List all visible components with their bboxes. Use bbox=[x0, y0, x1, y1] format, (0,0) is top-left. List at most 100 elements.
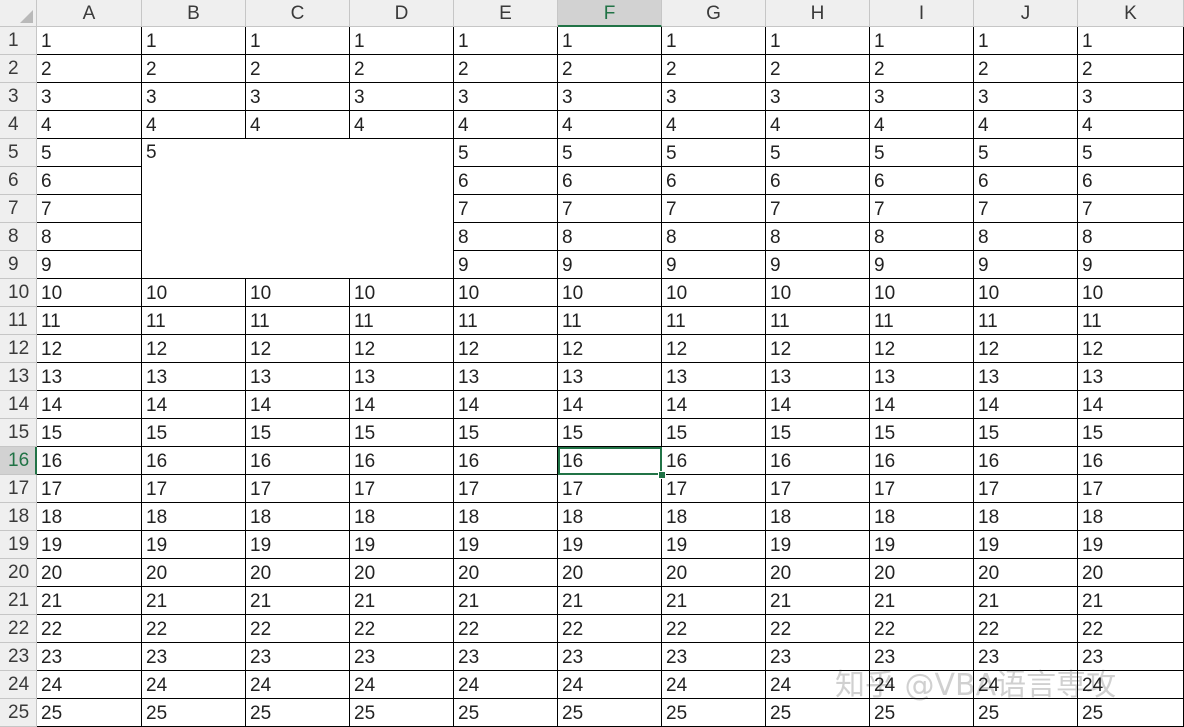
cell-h12[interactable]: 12 bbox=[766, 335, 870, 363]
cell-i8[interactable]: 8 bbox=[870, 223, 974, 251]
cell-f14[interactable]: 14 bbox=[558, 391, 662, 419]
cell-f24[interactable]: 24 bbox=[558, 671, 662, 699]
cell-k4[interactable]: 4 bbox=[1078, 111, 1184, 139]
cell-f2[interactable]: 2 bbox=[558, 55, 662, 83]
cell-b3[interactable]: 3 bbox=[142, 83, 246, 111]
cell-a22[interactable]: 22 bbox=[37, 615, 142, 643]
cell-k18[interactable]: 18 bbox=[1078, 503, 1184, 531]
cell-h14[interactable]: 14 bbox=[766, 391, 870, 419]
cell-k11[interactable]: 11 bbox=[1078, 307, 1184, 335]
row-header-22[interactable]: 22 bbox=[0, 615, 37, 643]
cell-j19[interactable]: 19 bbox=[974, 531, 1078, 559]
cell-d18[interactable]: 18 bbox=[350, 503, 454, 531]
cell-k10[interactable]: 10 bbox=[1078, 279, 1184, 307]
cell-c4[interactable]: 4 bbox=[246, 111, 350, 139]
cell-b11[interactable]: 11 bbox=[142, 307, 246, 335]
cell-e20[interactable]: 20 bbox=[454, 559, 558, 587]
cell-i15[interactable]: 15 bbox=[870, 419, 974, 447]
cell-a11[interactable]: 11 bbox=[37, 307, 142, 335]
cell-a7[interactable]: 7 bbox=[37, 195, 142, 223]
cell-i17[interactable]: 17 bbox=[870, 475, 974, 503]
cell-e8[interactable]: 8 bbox=[454, 223, 558, 251]
cell-a19[interactable]: 19 bbox=[37, 531, 142, 559]
merged-cell-b5[interactable]: 5 bbox=[142, 139, 454, 279]
cell-i16[interactable]: 16 bbox=[870, 447, 974, 475]
cell-g14[interactable]: 14 bbox=[662, 391, 766, 419]
cell-e22[interactable]: 22 bbox=[454, 615, 558, 643]
cell-k3[interactable]: 3 bbox=[1078, 83, 1184, 111]
cell-h5[interactable]: 5 bbox=[766, 139, 870, 167]
cell-e9[interactable]: 9 bbox=[454, 251, 558, 279]
cell-i13[interactable]: 13 bbox=[870, 363, 974, 391]
row-header-16[interactable]: 16 bbox=[0, 447, 37, 475]
cell-d10[interactable]: 10 bbox=[350, 279, 454, 307]
row-header-4[interactable]: 4 bbox=[0, 111, 37, 139]
cell-f23[interactable]: 23 bbox=[558, 643, 662, 671]
cell-k1[interactable]: 1 bbox=[1078, 27, 1184, 55]
cell-c24[interactable]: 24 bbox=[246, 671, 350, 699]
cell-g25[interactable]: 25 bbox=[662, 699, 766, 727]
cell-b10[interactable]: 10 bbox=[142, 279, 246, 307]
cell-d4[interactable]: 4 bbox=[350, 111, 454, 139]
cell-a5[interactable]: 5 bbox=[37, 139, 142, 167]
cell-d24[interactable]: 24 bbox=[350, 671, 454, 699]
cell-d25[interactable]: 25 bbox=[350, 699, 454, 727]
column-header-g[interactable]: G bbox=[662, 0, 766, 27]
cell-g21[interactable]: 21 bbox=[662, 587, 766, 615]
cell-b1[interactable]: 1 bbox=[142, 27, 246, 55]
cell-d2[interactable]: 2 bbox=[350, 55, 454, 83]
cell-e23[interactable]: 23 bbox=[454, 643, 558, 671]
cell-f15[interactable]: 15 bbox=[558, 419, 662, 447]
cell-j11[interactable]: 11 bbox=[974, 307, 1078, 335]
cell-f18[interactable]: 18 bbox=[558, 503, 662, 531]
cell-c18[interactable]: 18 bbox=[246, 503, 350, 531]
cell-g10[interactable]: 10 bbox=[662, 279, 766, 307]
cell-c2[interactable]: 2 bbox=[246, 55, 350, 83]
cell-g5[interactable]: 5 bbox=[662, 139, 766, 167]
cell-j14[interactable]: 14 bbox=[974, 391, 1078, 419]
cell-h6[interactable]: 6 bbox=[766, 167, 870, 195]
cell-f6[interactable]: 6 bbox=[558, 167, 662, 195]
column-header-h[interactable]: H bbox=[766, 0, 870, 27]
row-header-12[interactable]: 12 bbox=[0, 335, 37, 363]
cell-a25[interactable]: 25 bbox=[37, 699, 142, 727]
cell-a3[interactable]: 3 bbox=[37, 83, 142, 111]
cell-f5[interactable]: 5 bbox=[558, 139, 662, 167]
cell-c16[interactable]: 16 bbox=[246, 447, 350, 475]
cell-k14[interactable]: 14 bbox=[1078, 391, 1184, 419]
cell-k22[interactable]: 22 bbox=[1078, 615, 1184, 643]
cell-g8[interactable]: 8 bbox=[662, 223, 766, 251]
cell-g9[interactable]: 9 bbox=[662, 251, 766, 279]
cell-i18[interactable]: 18 bbox=[870, 503, 974, 531]
cell-b23[interactable]: 23 bbox=[142, 643, 246, 671]
cell-b17[interactable]: 17 bbox=[142, 475, 246, 503]
row-header-10[interactable]: 10 bbox=[0, 279, 37, 307]
cell-k21[interactable]: 21 bbox=[1078, 587, 1184, 615]
cell-d21[interactable]: 21 bbox=[350, 587, 454, 615]
cell-i14[interactable]: 14 bbox=[870, 391, 974, 419]
cell-k16[interactable]: 16 bbox=[1078, 447, 1184, 475]
cell-h17[interactable]: 17 bbox=[766, 475, 870, 503]
cell-d12[interactable]: 12 bbox=[350, 335, 454, 363]
cell-b4[interactable]: 4 bbox=[142, 111, 246, 139]
cell-e3[interactable]: 3 bbox=[454, 83, 558, 111]
cell-j10[interactable]: 10 bbox=[974, 279, 1078, 307]
cell-f3[interactable]: 3 bbox=[558, 83, 662, 111]
cell-c22[interactable]: 22 bbox=[246, 615, 350, 643]
cell-i3[interactable]: 3 bbox=[870, 83, 974, 111]
cell-c19[interactable]: 19 bbox=[246, 531, 350, 559]
cell-k9[interactable]: 9 bbox=[1078, 251, 1184, 279]
cell-i9[interactable]: 9 bbox=[870, 251, 974, 279]
cell-h21[interactable]: 21 bbox=[766, 587, 870, 615]
cell-j12[interactable]: 12 bbox=[974, 335, 1078, 363]
cell-a4[interactable]: 4 bbox=[37, 111, 142, 139]
cell-j13[interactable]: 13 bbox=[974, 363, 1078, 391]
row-header-7[interactable]: 7 bbox=[0, 195, 37, 223]
cell-d14[interactable]: 14 bbox=[350, 391, 454, 419]
cell-b19[interactable]: 19 bbox=[142, 531, 246, 559]
cell-e12[interactable]: 12 bbox=[454, 335, 558, 363]
cell-c25[interactable]: 25 bbox=[246, 699, 350, 727]
cell-k17[interactable]: 17 bbox=[1078, 475, 1184, 503]
cell-e5[interactable]: 5 bbox=[454, 139, 558, 167]
cell-a13[interactable]: 13 bbox=[37, 363, 142, 391]
